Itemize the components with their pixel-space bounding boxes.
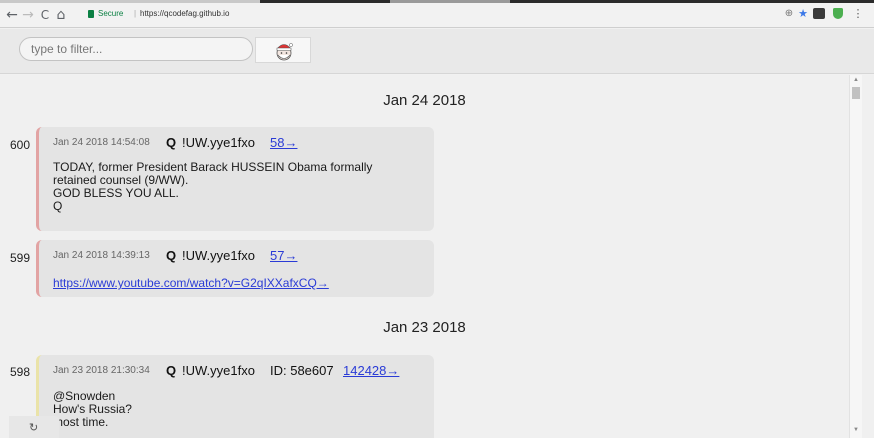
post-body: @Snowden How's Russia? most time.	[53, 389, 132, 429]
url-text[interactable]: https://qcodefag.github.io	[140, 9, 229, 18]
santa-button[interactable]	[255, 37, 311, 63]
forward-arrow-icon[interactable]: →	[20, 7, 36, 23]
santa-icon	[276, 43, 293, 61]
post-number: 600	[10, 138, 31, 152]
youtube-link[interactable]: https://www.youtube.com/watch?v=G2qIXXaf…	[53, 276, 329, 290]
scroll-thumb[interactable]	[852, 87, 860, 99]
post-reply-link[interactable]: 57→	[270, 248, 297, 263]
address-bar[interactable]: Secure | https://qcodefag.github.io	[84, 6, 834, 25]
post-trip: !UW.yye1fxo	[182, 135, 255, 150]
lock-icon	[88, 10, 94, 18]
post-author: Q	[166, 135, 177, 150]
refresh-icon: ↻	[29, 421, 39, 434]
address-separator: |	[134, 9, 137, 18]
post-card: Jan 23 2018 21:30:34 Q !UW.yye1fxo ID: 5…	[36, 355, 434, 438]
home-icon[interactable]: ⌂	[53, 7, 69, 23]
refresh-button[interactable]: ↻	[9, 416, 59, 438]
secure-label: Secure	[98, 9, 124, 18]
filter-bar	[0, 29, 874, 74]
reload-icon[interactable]: C	[37, 7, 53, 23]
date-header: Jan 24 2018	[383, 92, 466, 109]
post-number: 598	[10, 365, 31, 379]
back-arrow-icon[interactable]: ←	[4, 7, 20, 23]
scroll-up-icon[interactable]: ▲	[853, 77, 859, 83]
post-body: TODAY, former President Barack HUSSEIN O…	[53, 160, 373, 213]
star-icon[interactable]: ★	[796, 7, 810, 21]
filter-input[interactable]	[19, 37, 253, 61]
date-header: Jan 23 2018	[383, 319, 466, 336]
post-author: Q	[166, 248, 177, 263]
browser-toolbar: ← → C ⌂ Secure | https://qcodefag.github…	[0, 3, 874, 28]
post-trip: !UW.yye1fxo	[182, 363, 255, 378]
post-reply-link[interactable]: 142428→	[343, 363, 399, 378]
shield-icon[interactable]	[833, 8, 843, 19]
extension-icon[interactable]	[813, 8, 825, 19]
post-reply-link[interactable]: 58→	[270, 135, 297, 150]
menu-icon[interactable]: ⋮	[851, 7, 865, 21]
zoom-icon[interactable]: ⊕	[782, 7, 796, 21]
post-list: Jan 24 2018 600 Jan 24 2018 14:54:08 Q !…	[0, 75, 849, 438]
right-margin	[862, 75, 874, 438]
post-author: Q	[166, 363, 177, 378]
scroll-down-icon[interactable]: ▼	[853, 427, 859, 433]
post-card: Jan 24 2018 14:54:08 Q !UW.yye1fxo 58→ T…	[36, 127, 434, 231]
post-timestamp: Jan 23 2018 21:30:34	[53, 365, 150, 376]
post-id: ID: 58e607	[270, 363, 334, 378]
post-timestamp: Jan 24 2018 14:54:08	[53, 137, 150, 148]
post-timestamp: Jan 24 2018 14:39:13	[53, 250, 150, 261]
scrollbar[interactable]: ▲ ▼	[849, 75, 862, 438]
post-trip: !UW.yye1fxo	[182, 248, 255, 263]
post-number: 599	[10, 251, 31, 265]
post-card: Jan 24 2018 14:39:13 Q !UW.yye1fxo 57→ h…	[36, 240, 434, 297]
